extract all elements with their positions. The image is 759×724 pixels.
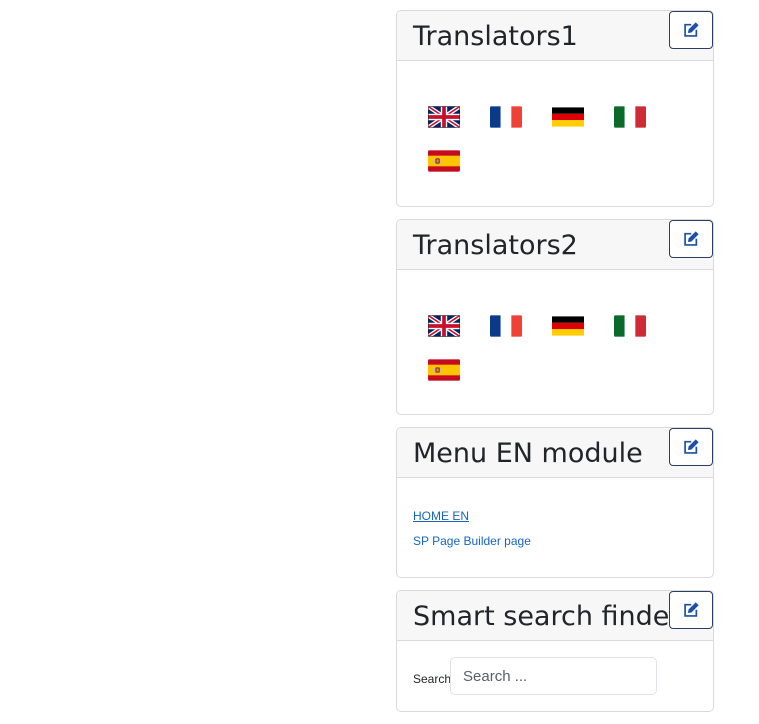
- menu-link-home-en[interactable]: HOME EN: [413, 508, 697, 524]
- module-title: Translators1: [413, 21, 578, 52]
- edit-module-button[interactable]: [669, 11, 713, 49]
- flag-uk-icon[interactable]: [428, 314, 460, 338]
- edit-module-button[interactable]: [669, 220, 713, 258]
- flag-france-icon[interactable]: [490, 314, 522, 338]
- language-switcher: [397, 61, 713, 173]
- flag-germany-icon[interactable]: [552, 105, 584, 129]
- language-switcher: [397, 270, 713, 382]
- translators2-module: Translators2: [396, 219, 714, 415]
- edit-icon: [682, 230, 700, 248]
- flag-uk-icon[interactable]: [428, 105, 460, 129]
- search-label: Search: [413, 672, 452, 686]
- module-title: Smart search finder: [413, 601, 681, 632]
- menu-en-header: Menu EN module: [397, 428, 713, 478]
- search-input[interactable]: [450, 657, 658, 695]
- module-title: Menu EN module: [413, 438, 643, 469]
- flag-spain-icon[interactable]: [428, 149, 460, 173]
- module-column: Translators1 Translators2 Menu EN module…: [396, 10, 714, 724]
- menu-en-module: Menu EN module HOME EN SP Page Builder p…: [396, 427, 714, 578]
- edit-icon: [682, 601, 700, 619]
- flag-germany-icon[interactable]: [552, 314, 584, 338]
- module-title: Translators2: [413, 230, 578, 261]
- translators2-header: Translators2: [397, 220, 713, 270]
- edit-icon: [682, 21, 700, 39]
- menu-link-sp-page-builder[interactable]: SP Page Builder page: [413, 533, 697, 549]
- edit-module-button[interactable]: [669, 428, 713, 466]
- translators1-header: Translators1: [397, 11, 713, 61]
- flag-italy-icon[interactable]: [614, 314, 646, 338]
- flag-italy-icon[interactable]: [614, 105, 646, 129]
- flag-france-icon[interactable]: [490, 105, 522, 129]
- edit-module-button[interactable]: [669, 591, 713, 629]
- flag-spain-icon[interactable]: [428, 358, 460, 382]
- edit-icon: [682, 438, 700, 456]
- menu-list: HOME EN SP Page Builder page: [397, 478, 713, 549]
- search-form: Search: [397, 641, 713, 695]
- translators1-module: Translators1: [396, 10, 714, 207]
- smart-search-header: Smart search finder: [397, 591, 713, 641]
- smart-search-module: Smart search finder Search: [396, 590, 714, 712]
